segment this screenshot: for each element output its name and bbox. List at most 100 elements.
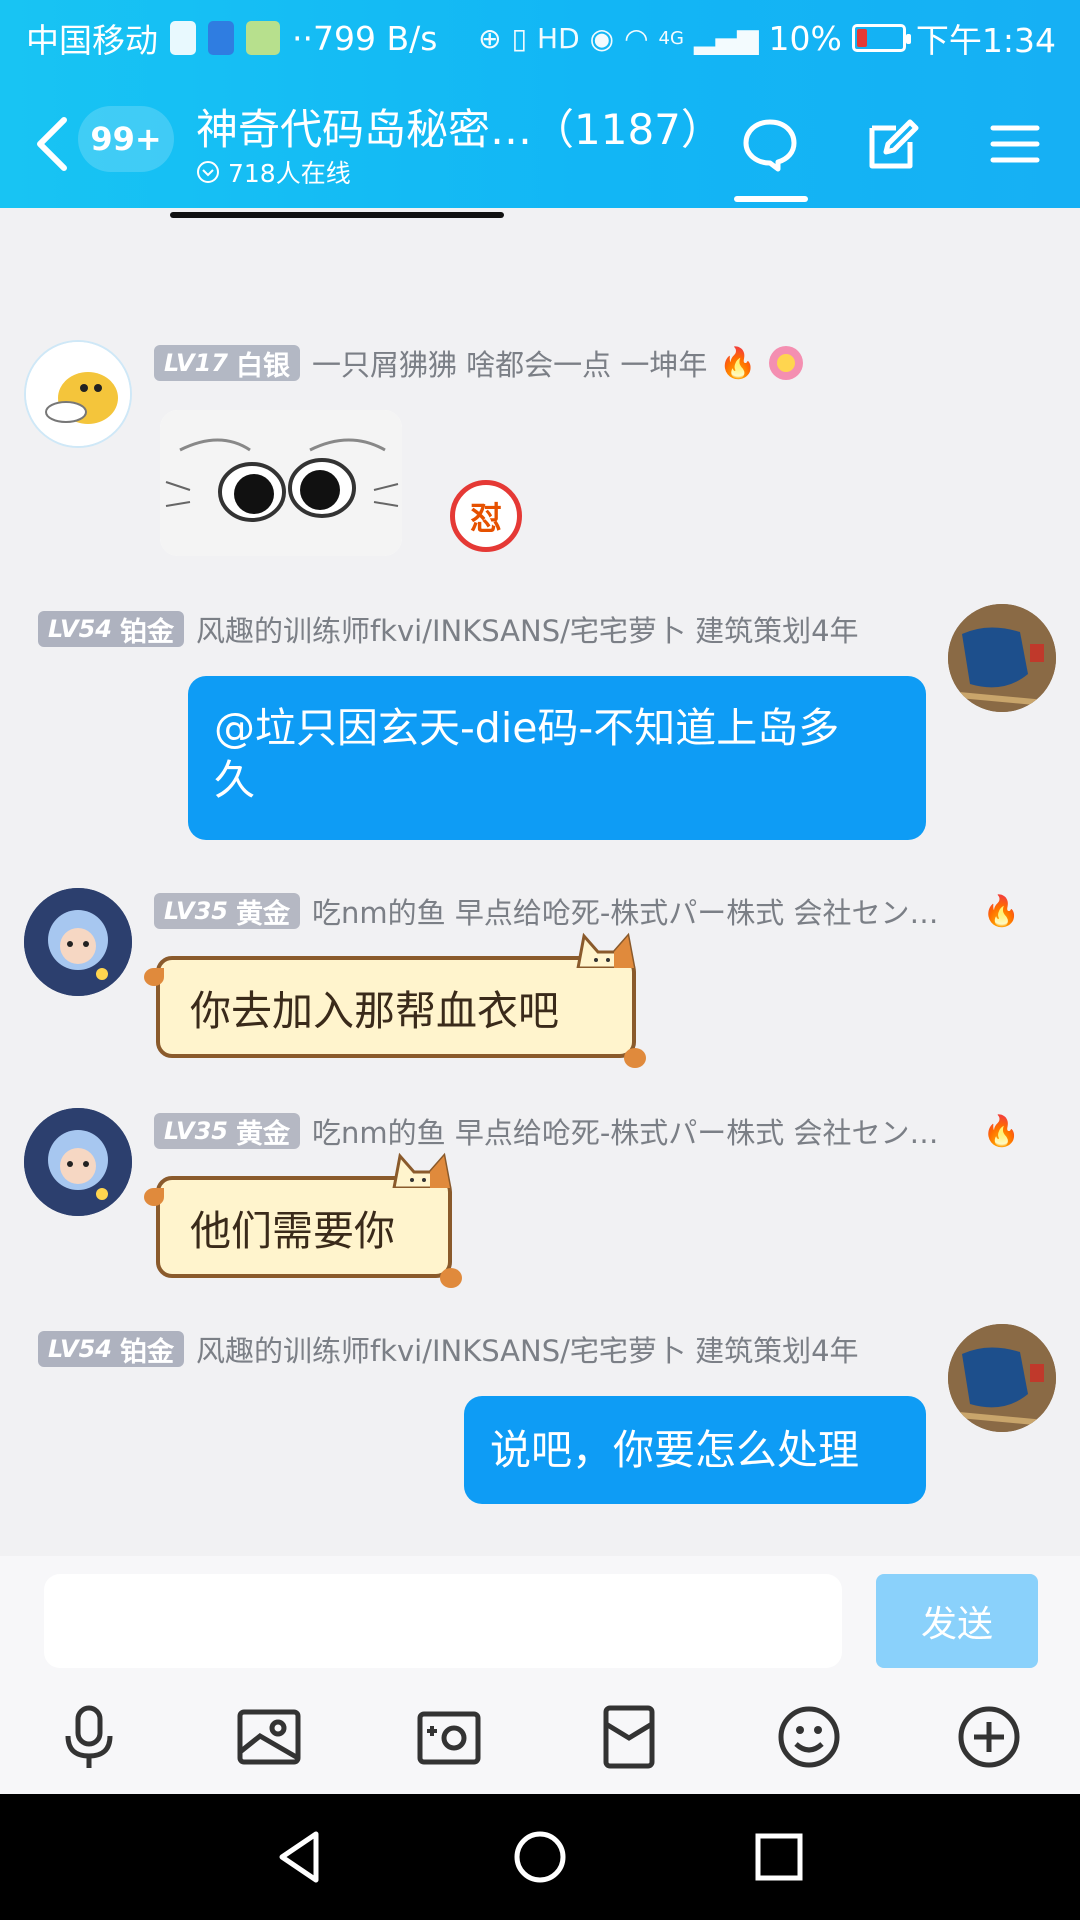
avatar-map[interactable] <box>948 1324 1056 1432</box>
sim-icon <box>170 21 196 55</box>
edit-icon <box>869 119 919 169</box>
active-tab-indicator <box>734 196 808 202</box>
title-bar: 99+ 神奇代码岛秘密…（1187） 718人在线 <box>0 92 1080 208</box>
cat-tail-decoration <box>144 1188 164 1206</box>
nav-home-button[interactable] <box>507 1824 573 1890</box>
app-notification-icon <box>208 21 234 55</box>
menu-button[interactable] <box>985 114 1045 174</box>
rank-label: 黄金 <box>235 898 290 930</box>
level-number: LV35 <box>164 897 228 925</box>
clock: 下午1:34 <box>915 21 1056 60</box>
send-button[interactable]: 发送 <box>876 1574 1038 1668</box>
fire-icon: 🔥 <box>982 893 1020 929</box>
chat-bubble-icon <box>743 119 797 172</box>
edit-button[interactable] <box>862 114 922 174</box>
more-button[interactable] <box>954 1702 1024 1772</box>
sender-info: LV54 铂金 风趣的训练师fkvi/INKSANS/宅宅萝卜 建筑策划4年 <box>38 608 859 650</box>
battery-icon <box>851 24 911 52</box>
level-number: LV35 <box>164 1117 228 1145</box>
level-badge: LV35 黄金 <box>154 1113 300 1150</box>
circle-home-icon <box>514 1831 566 1883</box>
avatar-anime-girl[interactable] <box>24 888 132 996</box>
sender-info: LV54 铂金 风趣的训练师fkvi/INKSANS/宅宅萝卜 建筑策划4年 <box>38 1328 859 1370</box>
network-type: 4G <box>658 27 684 49</box>
sticker-image[interactable] <box>160 410 402 556</box>
sender-name[interactable]: 风趣的训练师fkvi/INKSANS/宅宅萝卜 建筑策划4年 <box>196 608 859 650</box>
avatar-map[interactable] <box>948 604 1056 712</box>
message-text-line: @垃只因玄天-die码-不知道上岛多 <box>214 704 840 752</box>
fire-icon: 🔥 <box>982 1113 1020 1149</box>
sender-info: LV35 黄金 吃nm的鱼 早点给呛死-株式パー株式 会社セン会社全精通-199… <box>154 1110 1034 1152</box>
rank-label: 铂金 <box>119 1336 174 1368</box>
level-badge: LV54 铂金 <box>38 1331 184 1368</box>
group-title[interactable]: 神奇代码岛秘密…（1187） <box>196 96 723 157</box>
rank-label: 铂金 <box>119 616 174 648</box>
eye-icon: ◉ <box>589 21 615 55</box>
red-packet-button[interactable] <box>594 1702 664 1772</box>
map-avatar-image <box>948 604 1056 712</box>
online-count-label: 718人在线 <box>228 159 351 188</box>
message-input[interactable] <box>44 1574 842 1668</box>
emoji-button[interactable] <box>774 1702 844 1772</box>
level-badge: LV54 铂金 <box>38 611 184 648</box>
rank-label: 白银 <box>235 350 290 382</box>
sender-name[interactable]: 吃nm的鱼 早点给呛死-株式パー株式 会社セン会社全精通-1998年... <box>312 1110 962 1152</box>
avatar-duck[interactable] <box>24 340 132 448</box>
camera-button[interactable] <box>414 1702 484 1772</box>
cat-paw-decoration <box>440 1268 462 1288</box>
message-bubble[interactable]: 你去加入那帮血衣吧 <box>144 932 646 1068</box>
online-count[interactable]: 718人在线 <box>196 154 351 190</box>
gallery-notification-icon <box>246 21 280 55</box>
cat-paw-decoration <box>624 1048 646 1068</box>
anime-girl-avatar-image <box>24 888 132 996</box>
sender-info: LV35 黄金 吃nm的鱼 早点给呛死-株式パー株式 会社セン会社全精通-199… <box>154 890 1034 932</box>
wifi-icon: ◠ <box>624 21 649 55</box>
reaction-stamp[interactable]: 怼 <box>450 480 522 552</box>
voice-button[interactable] <box>54 1702 124 1772</box>
cat-eyes-sticker <box>160 410 402 556</box>
previous-message-fragment <box>170 208 504 220</box>
level-badge: LV35 黄金 <box>154 893 300 930</box>
nav-back-button[interactable] <box>268 1824 334 1890</box>
chevron-circle-icon <box>197 161 219 183</box>
duck-avatar-image <box>26 342 130 446</box>
sender-name[interactable]: 风趣的训练师fkvi/INKSANS/宅宅萝卜 建筑策划4年 <box>196 1328 859 1370</box>
back-button[interactable] <box>30 114 74 174</box>
chat-tab[interactable] <box>740 114 800 174</box>
message-text: 他们需要你 <box>190 1207 395 1255</box>
image-icon <box>237 1709 301 1765</box>
signal-icon: ▂▄▆ <box>693 21 759 55</box>
status-bar: 中国移动 ··799 B/s ⊕ ▯ HD ◉ ◠ 4G ▂▄▆ 10% 下午1… <box>0 0 1080 74</box>
anime-girl-avatar-image <box>24 1108 132 1216</box>
map-avatar-image <box>948 1324 1056 1432</box>
flower-icon <box>768 346 803 380</box>
fire-icon: 🔥 <box>719 345 757 381</box>
hd-icon: HD <box>537 21 580 55</box>
message-bubble[interactable]: @垃只因玄天-die码-不知道上岛多 久 <box>188 676 926 840</box>
smiley-icon <box>778 1706 840 1768</box>
message-text-line: 久 <box>214 756 255 804</box>
cat-ears-decoration <box>576 932 636 968</box>
message-text: 你去加入那帮血衣吧 <box>190 987 559 1035</box>
triangle-back-icon <box>279 1831 319 1883</box>
message-bubble[interactable]: 他们需要你 <box>144 1152 462 1288</box>
message-bubble[interactable]: 说吧，你要怎么处理 <box>464 1396 926 1504</box>
red-packet-icon <box>603 1705 655 1769</box>
camera-icon <box>417 1711 481 1765</box>
avatar-anime-girl[interactable] <box>24 1108 132 1216</box>
sender-name[interactable]: 一只屑狒狒 啥都会一点 一坤年 <box>312 342 707 384</box>
sender-name[interactable]: 吃nm的鱼 早点给呛死-株式パー株式 会社セン会社全精通-1998年... <box>312 890 962 932</box>
level-number: LV17 <box>164 349 228 377</box>
sender-info: LV17 白银 一只屑狒狒 啥都会一点 一坤年 🔥 <box>154 342 803 384</box>
data-saver-icon: ⊕ <box>478 21 502 55</box>
level-number: LV54 <box>48 615 112 643</box>
message-text: 说吧，你要怎么处理 <box>490 1426 859 1474</box>
vibrate-icon: ▯ <box>511 21 528 55</box>
chat-messages[interactable]: LV17 白银 一只屑狒狒 啥都会一点 一坤年 🔥 怼 LV54 铂金 风趣的训… <box>0 208 1080 1556</box>
header: 中国移动 ··799 B/s ⊕ ▯ HD ◉ ◠ 4G ▂▄▆ 10% 下午1… <box>0 0 1080 208</box>
level-badge: LV17 白银 <box>154 345 300 382</box>
unread-count-badge[interactable]: 99+ <box>78 106 174 172</box>
hamburger-menu-icon <box>990 125 1040 163</box>
nav-recents-button[interactable] <box>746 1824 812 1890</box>
photo-button[interactable] <box>234 1702 304 1772</box>
